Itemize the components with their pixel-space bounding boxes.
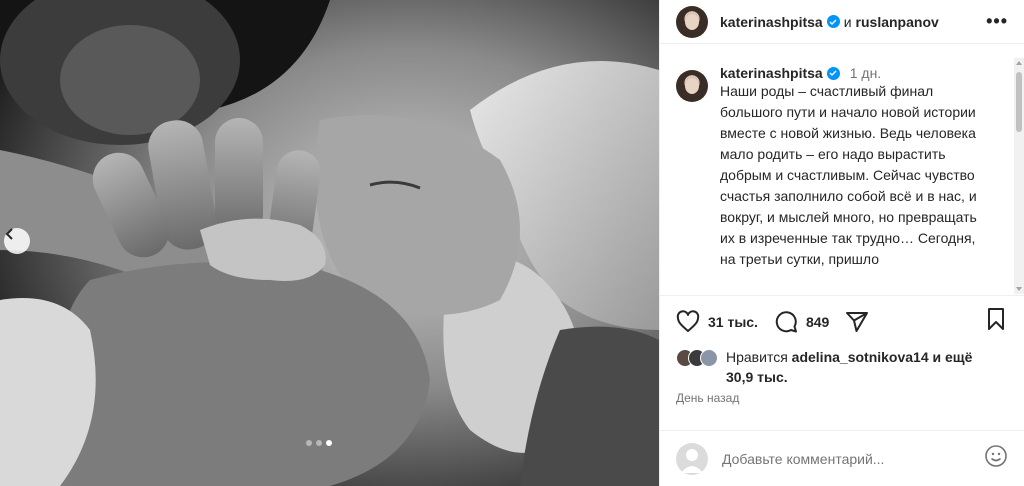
caption-scrollbar[interactable] (1014, 58, 1024, 294)
carousel-dot (306, 440, 312, 446)
likes-others-count[interactable]: 30,9 тыс. (726, 369, 788, 385)
scroll-up-arrow[interactable] (1016, 61, 1022, 65)
carousel-dot-active (326, 440, 332, 446)
coauthor-username[interactable]: ruslanpanov (856, 14, 939, 30)
comment-button[interactable]: 849 (774, 310, 829, 334)
current-user-avatar (676, 442, 708, 475)
liker-username[interactable]: adelina_sotnikova14 (792, 349, 929, 365)
chevron-left-icon (5, 228, 13, 240)
comment-bar (660, 430, 1024, 486)
verified-badge-icon (826, 15, 840, 28)
more-options-button[interactable]: ••• (986, 11, 1008, 32)
scrollbar-thumb[interactable] (1016, 72, 1022, 132)
post-caption: katerinashpitsa 1 дн. Наши роды – счастл… (676, 58, 1008, 294)
likes-text: Нравится adelina_sotnikova14 и ещё 30,9 … (726, 347, 996, 387)
post-date[interactable]: День назад (676, 391, 739, 405)
likes-prefix: Нравится (726, 349, 788, 365)
caption-text: Наши роды – счастливый финал большого пу… (720, 83, 977, 267)
newborn-photo-image (0, 0, 659, 486)
post-actions: 31 тыс. 849 (660, 295, 1024, 347)
likes-conjunction: и ещё (932, 349, 973, 365)
caption-username[interactable]: katerinashpitsa (720, 64, 823, 82)
author-username[interactable]: katerinashpitsa (720, 14, 823, 30)
share-button[interactable] (845, 310, 869, 334)
carousel-indicator (306, 440, 332, 446)
post-authors: katerinashpitsa и ruslanpanov (720, 14, 939, 30)
like-button[interactable]: 31 тыс. (676, 309, 758, 334)
scroll-down-arrow[interactable] (1016, 287, 1022, 291)
smiley-icon (985, 445, 1007, 467)
carousel-dot (316, 440, 322, 446)
liker-avatars[interactable] (676, 349, 718, 367)
comment-input[interactable] (722, 450, 952, 467)
verified-badge-icon (826, 66, 840, 80)
heart-icon (676, 309, 700, 332)
bookmark-icon (988, 308, 1004, 330)
authors-conjunction: и (843, 13, 852, 30)
user-placeholder-icon (681, 448, 703, 473)
post-header: katerinashpitsa и ruslanpanov ••• (660, 0, 1024, 44)
liker-avatar (700, 349, 718, 367)
comment-count: 849 (805, 313, 830, 330)
author-avatar[interactable] (676, 5, 708, 38)
save-button[interactable] (984, 307, 1008, 336)
caption-author-avatar[interactable] (676, 70, 708, 102)
emoji-button[interactable] (984, 444, 1008, 473)
likes-summary: Нравится adelina_sotnikova14 и ещё 30,9 … (676, 347, 1008, 387)
comment-icon (775, 310, 797, 332)
like-count: 31 тыс. (708, 313, 758, 330)
paper-plane-icon (846, 311, 869, 332)
post-details-panel: katerinashpitsa и ruslanpanov ••• kateri… (659, 0, 1024, 486)
post-photo[interactable] (0, 0, 659, 486)
carousel-prev-button[interactable] (4, 228, 30, 254)
caption-time[interactable]: 1 дн. (850, 64, 881, 82)
